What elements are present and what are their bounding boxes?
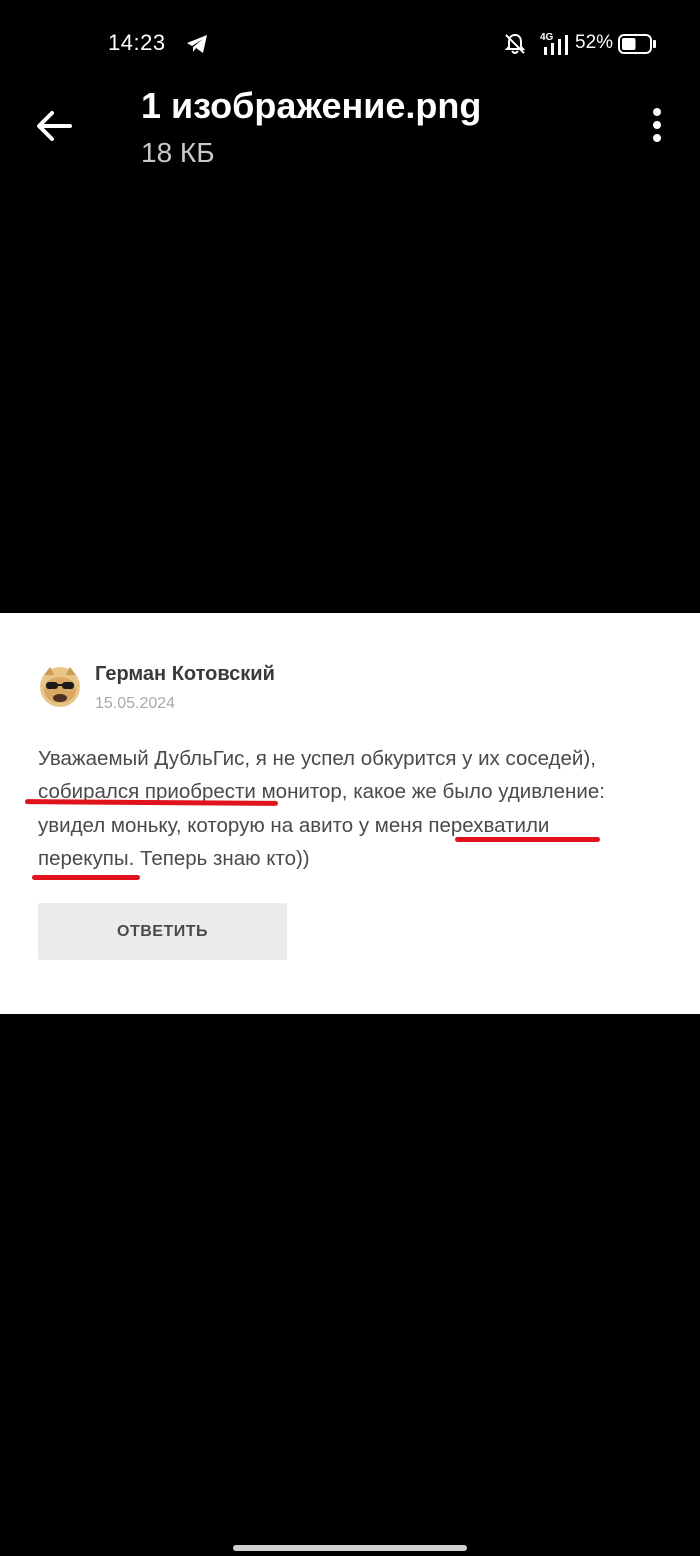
status-time: 14:23 [108, 30, 166, 55]
red-underline-mark [455, 837, 600, 842]
back-button[interactable] [30, 101, 80, 151]
signal-icon [544, 35, 568, 55]
image-preview[interactable]: Герман Котовский 15.05.2024 Уважаемый Ду… [0, 613, 700, 1014]
file-name-title: 1 изображение.png [141, 85, 482, 126]
telegram-icon [187, 35, 207, 53]
reply-button[interactable]: ОТВЕТИТЬ [38, 903, 287, 960]
arrow-left-icon [37, 111, 72, 141]
review-author-name[interactable]: Герман Котовский [95, 663, 275, 686]
avatar [40, 667, 80, 707]
review-text-line: Уважаемый ДубльГис, я не успел обкурится… [38, 747, 596, 770]
review-text-line: перекупы. Теперь знаю кто)) [38, 847, 310, 870]
image-viewer-screen: 14:23 4G 52% 1 изображение.png 18 КБ Гер… [0, 0, 700, 1556]
red-underline-mark [32, 875, 140, 880]
red-underline-mark [24, 799, 279, 806]
bell-off-icon [505, 33, 525, 54]
status-bar: 14:23 4G 52% [0, 0, 700, 88]
more-options-button[interactable] [636, 103, 676, 149]
file-size-subtitle: 18 КБ [141, 137, 215, 168]
battery-fill [622, 38, 636, 50]
review-date: 15.05.2024 [95, 695, 176, 712]
review-text-line: увидел моньку, которую на авито у меня п… [38, 814, 550, 837]
more-vertical-icon [653, 108, 661, 142]
battery-percent: 52% [575, 32, 614, 53]
home-indicator[interactable] [233, 1545, 467, 1551]
battery-icon [618, 34, 656, 54]
